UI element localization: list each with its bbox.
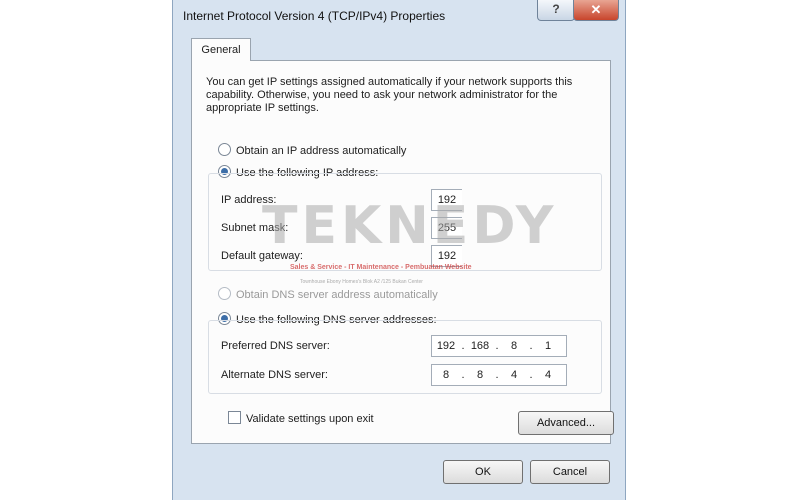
window-title: Internet Protocol Version 4 (TCP/IPv4) P… (183, 9, 446, 23)
obtain-ip-auto-radio[interactable] (218, 143, 231, 156)
alternate-dns-octet: 8 (442, 369, 450, 381)
preferred-dns-octet: 1 (544, 340, 552, 352)
default-gateway-value: 192 (437, 250, 457, 262)
ip-address-label: IP address: (221, 194, 277, 206)
dialog-window: Internet Protocol Version 4 (TCP/IPv4) P… (172, 0, 626, 500)
ip-address-value: 192 (437, 194, 457, 206)
ok-button[interactable]: OK (443, 460, 523, 484)
validate-settings-option[interactable]: Validate settings upon exit (228, 411, 374, 427)
default-gateway-field[interactable]: 192 (431, 245, 462, 267)
dns-server-group: Preferred DNS server: 192. 168. 8. 1 Altern… (208, 320, 602, 394)
tab-general[interactable]: General (191, 38, 251, 61)
validate-settings-label: Validate settings upon exit (246, 413, 374, 425)
alternate-dns-label: Alternate DNS server: (221, 369, 328, 381)
preferred-dns-octet: 8 (510, 340, 518, 352)
alternate-dns-field[interactable]: 8.8.4.4 (431, 364, 567, 386)
ip-address-field[interactable]: 192 (431, 189, 462, 211)
cancel-button[interactable]: Cancel (530, 460, 610, 484)
help-button[interactable]: ? (537, 0, 575, 21)
close-icon: ✕ (590, 2, 602, 17)
preferred-dns-label: Preferred DNS server: (221, 340, 330, 352)
preferred-dns-field[interactable]: 192. 168. 8. 1 (431, 335, 567, 357)
subnet-mask-field[interactable]: 255 (431, 217, 462, 239)
validate-settings-checkbox[interactable] (228, 411, 241, 424)
advanced-button[interactable]: Advanced... (518, 411, 614, 435)
default-gateway-label: Default gateway: (221, 250, 303, 262)
alternate-dns-octet: 4 (510, 369, 518, 381)
obtain-ip-auto-label: Obtain an IP address automatically (236, 145, 407, 157)
alternate-dns-octet: 4 (544, 369, 552, 381)
description-text: You can get IP settings assigned automat… (206, 76, 573, 114)
subnet-mask-label: Subnet mask: (221, 222, 289, 234)
obtain-dns-auto-radio[interactable] (218, 287, 231, 300)
close-button[interactable]: ✕ (573, 0, 619, 21)
general-panel: You can get IP settings assigned automat… (191, 60, 614, 444)
obtain-dns-auto-label: Obtain DNS server address automatically (236, 289, 438, 301)
preferred-dns-octet: 168 (470, 340, 490, 352)
alternate-dns-octet: 8 (476, 369, 484, 381)
question-mark-icon: ? (552, 2, 560, 16)
preferred-dns-octet: 192 (436, 340, 456, 352)
obtain-dns-auto-option[interactable]: Obtain DNS server address automatically (218, 287, 438, 303)
obtain-ip-auto-option[interactable]: Obtain an IP address automatically (218, 143, 406, 159)
title-bar[interactable]: Internet Protocol Version 4 (TCP/IPv4) P… (173, 0, 625, 30)
subnet-mask-value: 255 (437, 222, 457, 234)
ip-address-group: IP address: 192 Subnet mask: 255 Default… (208, 173, 602, 271)
